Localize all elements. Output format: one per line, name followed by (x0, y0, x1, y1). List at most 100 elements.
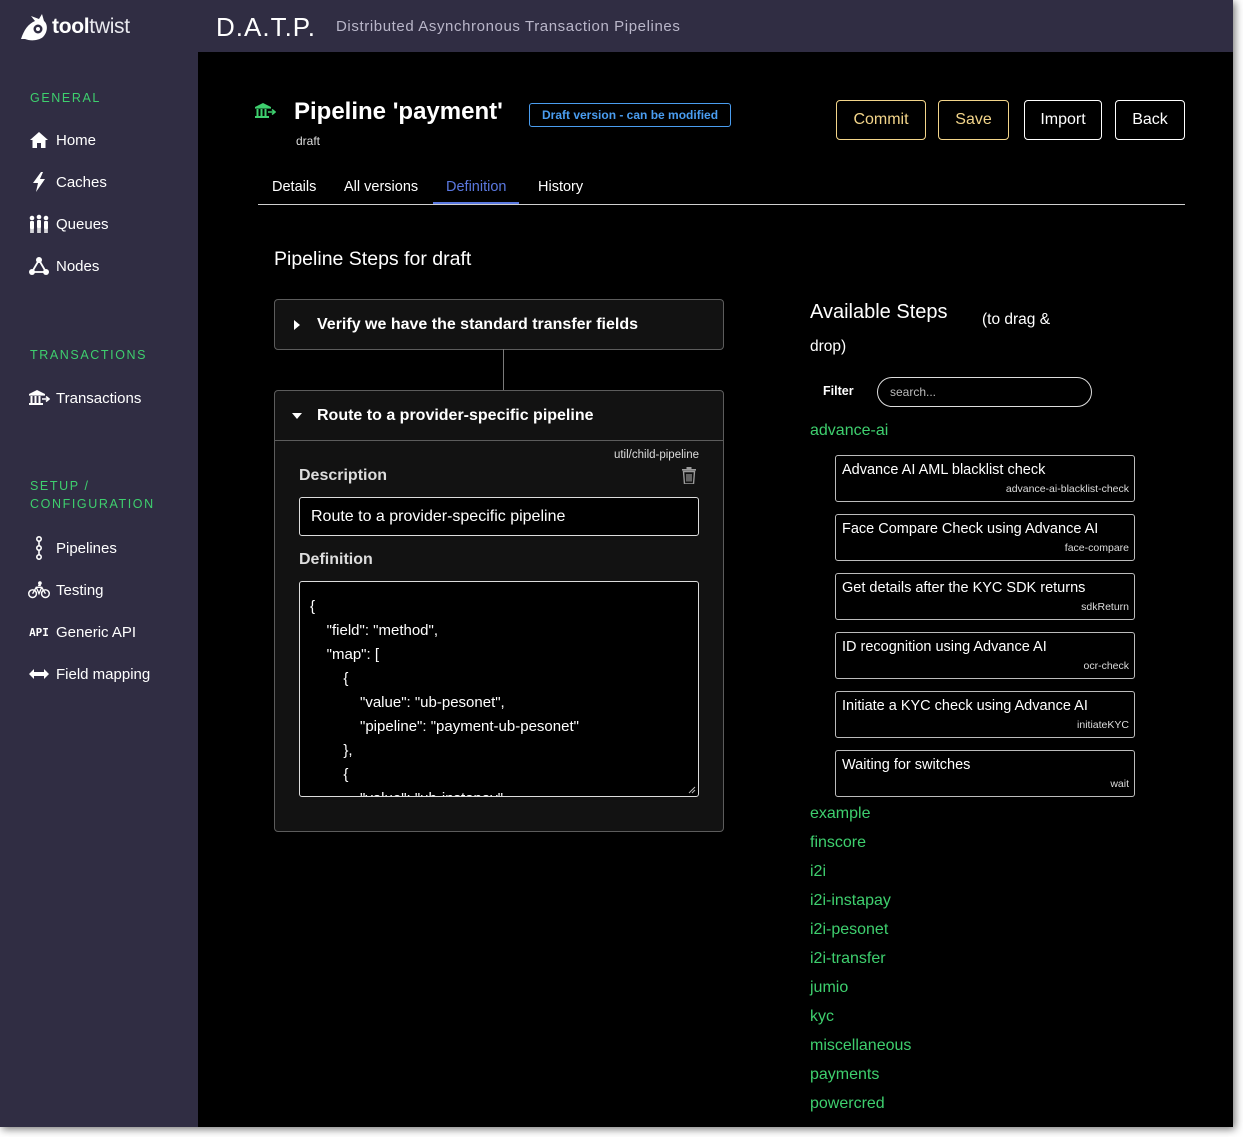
sidebar-item-label: Pipelines (56, 539, 117, 557)
caret-right-icon (287, 319, 307, 330)
category-example[interactable]: example (810, 805, 870, 823)
page-subtitle: draft (296, 134, 321, 148)
sidebar-item-label: Generic API (56, 623, 137, 641)
sidebar-item-label: Queues (56, 215, 109, 233)
import-button[interactable]: Import (1024, 100, 1102, 140)
main-content: Pipeline 'payment' draft Draft version -… (198, 52, 1233, 1127)
tab-all-versions[interactable]: All versions (331, 179, 431, 203)
caret-down-icon (287, 412, 307, 420)
sidebar-item-label: Transactions (56, 389, 142, 407)
tab-bar: Details All versions Definition History (258, 170, 1185, 205)
step-item-id: advance-ai-blacklist-check (1005, 483, 1129, 495)
step-item-title: Get details after the KYC SDK returns (842, 580, 1086, 596)
nodes-icon (28, 255, 50, 277)
step-header[interactable]: Verify we have the standard transfer fie… (275, 300, 723, 349)
step-item-id: sdkReturn (1081, 601, 1129, 613)
category-i2i-pesonet[interactable]: i2i-pesonet (810, 921, 888, 939)
description-label: Description (299, 467, 388, 484)
pipeline-step-expanded[interactable]: Route to a provider-specific pipeline ut… (274, 390, 724, 832)
pipeline-icon (28, 536, 50, 560)
step-item-id: initiateKYC (1077, 719, 1129, 731)
sidebar-item-nodes[interactable]: Nodes (28, 255, 99, 277)
definition-label: Definition (299, 551, 373, 568)
sidebar-item-label: Field mapping (56, 665, 151, 683)
description-field[interactable] (299, 497, 699, 536)
sidebar-item-generic-api[interactable]: API Generic API (28, 621, 136, 643)
definition-text[interactable]: { "field": "method", "map": [ { "value":… (310, 595, 698, 796)
category-kyc[interactable]: kyc (810, 1008, 834, 1026)
category-i2i-transfer[interactable]: i2i-transfer (810, 950, 886, 968)
steps-heading: Pipeline Steps for draft (274, 248, 472, 270)
arrows-left-right-icon (28, 663, 50, 685)
tooltwist-logo[interactable]: tooltwist (18, 12, 130, 42)
sidebar-item-pipelines[interactable]: Pipelines (28, 536, 117, 560)
save-button[interactable]: Save (938, 100, 1009, 140)
definition-textarea[interactable]: { "field": "method", "map": [ { "value":… (299, 581, 699, 797)
lightning-icon (28, 171, 50, 193)
available-step-item[interactable]: Initiate a KYC check using Advance AI in… (835, 691, 1135, 738)
app-subtitle: Distributed Asynchronous Transaction Pip… (336, 18, 681, 35)
sidebar-item-label: Nodes (56, 257, 100, 275)
logo-text: tooltwist (52, 15, 130, 38)
step-item-title: Face Compare Check using Advance AI (842, 521, 1099, 537)
category-payments[interactable]: payments (810, 1066, 879, 1084)
page-title: Pipeline 'payment' (294, 98, 503, 125)
bicycle-icon (28, 579, 50, 601)
sidebar-item-caches[interactable]: Caches (28, 171, 107, 193)
sidebar-item-label: Caches (56, 173, 107, 191)
step-item-title: Waiting for switches (842, 757, 971, 773)
step-type: util/child-pipeline (613, 449, 699, 461)
tab-history[interactable]: History (525, 179, 596, 203)
sidebar-item-label: Home (56, 131, 97, 149)
app-title: D.A.T.P. (216, 12, 317, 42)
step-connector (503, 349, 504, 390)
people-queue-icon (28, 213, 50, 235)
bank-icon (28, 387, 50, 409)
trash-icon[interactable] (682, 467, 696, 484)
available-steps-hint: (to drag & drop) (810, 311, 1051, 355)
app-window: tooltwist D.A.T.P. Distributed Asynchron… (0, 0, 1233, 1127)
available-step-item[interactable]: Get details after the KYC SDK returns sd… (835, 573, 1135, 620)
section-general: GENERAL (30, 91, 101, 105)
sidebar-item-transactions[interactable]: Transactions (28, 387, 141, 409)
sidebar-item-testing[interactable]: Testing (28, 579, 104, 601)
status-badge: Draft version - can be modified (529, 103, 732, 127)
home-icon (28, 129, 50, 151)
step-body: util/child-pipeline Description Definiti… (275, 440, 723, 831)
pipeline-step-collapsed[interactable]: Verify we have the standard transfer fie… (274, 299, 724, 350)
section-setup-line1: SETUP / (30, 479, 90, 493)
available-step-item[interactable]: Waiting for switches wait (835, 750, 1135, 797)
step-item-id: wait (1110, 778, 1129, 790)
sidebar-item-queues[interactable]: Queues (28, 213, 109, 235)
resize-grip-icon[interactable] (688, 786, 696, 794)
step-item-id: ocr-check (1083, 660, 1129, 672)
available-step-item[interactable]: ID recognition using Advance AI ocr-chec… (835, 632, 1135, 679)
sidebar-item-field-mapping[interactable]: Field mapping (28, 663, 150, 685)
step-item-title: Advance AI AML blacklist check (842, 462, 1046, 478)
category-jumio[interactable]: jumio (810, 979, 848, 997)
step-item-title: ID recognition using Advance AI (842, 639, 1047, 655)
commit-button[interactable]: Commit (836, 100, 926, 140)
section-transactions: TRANSACTIONS (30, 348, 148, 362)
available-step-item[interactable]: Advance AI AML blacklist check advance-a… (835, 455, 1135, 502)
api-icon: API (29, 625, 49, 639)
section-setup-line2: CONFIGURATION (30, 497, 155, 511)
sidebar-item-home[interactable]: Home (28, 129, 96, 151)
category-i2i[interactable]: i2i (810, 863, 826, 881)
step-item-title: Initiate a KYC check using Advance AI (842, 698, 1088, 714)
filter-label: Filter (823, 384, 854, 398)
category-i2i-instapay[interactable]: i2i-instapay (810, 892, 891, 910)
tab-definition[interactable]: Definition (433, 179, 520, 204)
section-setup: SETUP / CONFIGURATION (30, 477, 155, 513)
category-powercred[interactable]: powercred (810, 1095, 885, 1113)
back-button[interactable]: Back (1115, 100, 1185, 140)
tab-details[interactable]: Details (259, 179, 329, 203)
step-header[interactable]: Route to a provider-specific pipeline (275, 391, 723, 440)
category-advance-ai[interactable]: advance-ai (810, 422, 888, 440)
available-step-item[interactable]: Face Compare Check using Advance AI face… (835, 514, 1135, 561)
category-finscore[interactable]: finscore (810, 834, 866, 852)
step-title: Route to a provider-specific pipeline (317, 406, 594, 424)
category-miscellaneous[interactable]: miscellaneous (810, 1037, 911, 1055)
sidebar-item-label: Testing (56, 581, 104, 599)
search-input[interactable] (877, 377, 1092, 407)
